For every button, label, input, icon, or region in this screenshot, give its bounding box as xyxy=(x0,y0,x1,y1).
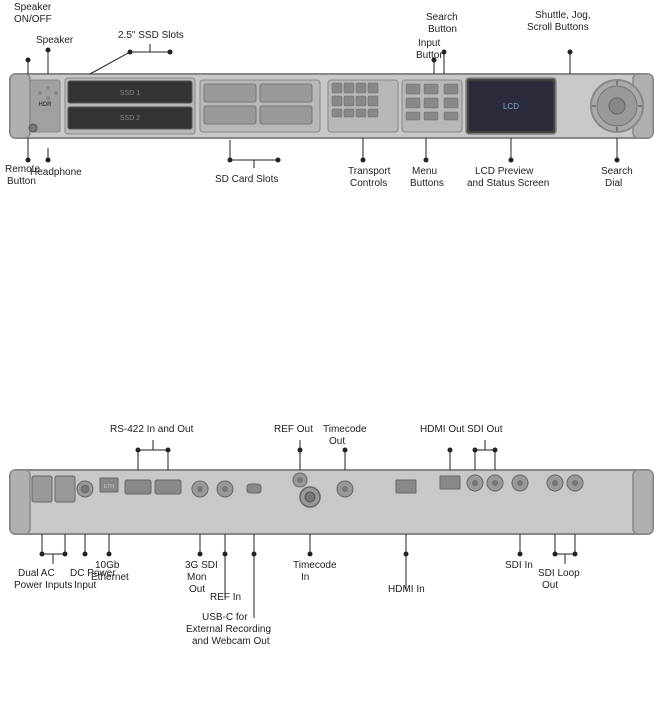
transport-controls-label: Transport xyxy=(348,166,391,177)
svg-text:Buttons: Buttons xyxy=(410,178,444,189)
svg-text:ETH: ETH xyxy=(104,484,114,490)
ssd-slots-label: 2.5" SSD Slots xyxy=(118,30,184,41)
hdmi-out-label: HDMI Out xyxy=(420,424,465,435)
sdi-out-label: SDI Out xyxy=(467,424,503,435)
svg-text:In: In xyxy=(301,572,309,583)
ref-out-label: REF Out xyxy=(274,424,313,435)
svg-text:Button: Button xyxy=(416,50,445,61)
svg-text:Out: Out xyxy=(189,584,205,595)
svg-text:LCD: LCD xyxy=(503,102,519,111)
svg-text:SSD 1: SSD 1 xyxy=(120,90,140,97)
search-button-label: Search xyxy=(426,12,458,23)
svg-text:Out: Out xyxy=(329,436,345,447)
ethernet-label: 10Gb xyxy=(95,560,120,571)
sdi-mon-out-label: 3G SDI xyxy=(185,560,218,571)
timecode-out-label: Timecode xyxy=(323,424,367,435)
headphone-label: Headphone xyxy=(30,167,82,178)
sdi-loop-out-label: SDI Loop xyxy=(538,568,580,579)
svg-text:Controls: Controls xyxy=(350,178,387,189)
svg-text:Scroll Buttons: Scroll Buttons xyxy=(527,22,589,33)
svg-text:Button: Button xyxy=(428,24,457,35)
svg-text:Mon: Mon xyxy=(187,572,206,583)
shuttle-jog-label: Shuttle, Jog, xyxy=(535,10,591,21)
svg-text:and Webcam Out: and Webcam Out xyxy=(192,636,270,647)
svg-text:Out: Out xyxy=(542,580,558,591)
lcd-preview-label: LCD Preview xyxy=(475,166,534,177)
sdi-in-label: SDI In xyxy=(505,560,533,571)
svg-text:Dial: Dial xyxy=(605,178,622,189)
speaker-onoff-label: Speaker xyxy=(14,2,52,13)
svg-text:HDR: HDR xyxy=(39,102,53,108)
svg-text:Power Inputs: Power Inputs xyxy=(14,580,72,591)
search-dial-label: Search xyxy=(601,166,633,177)
dual-ac-label: Dual AC xyxy=(18,568,55,579)
svg-text:and Status Screen: and Status Screen xyxy=(467,178,549,189)
input-button-label: Input xyxy=(418,38,440,49)
usb-c-label: USB-C for xyxy=(202,612,248,623)
svg-text:SSD 2: SSD 2 xyxy=(120,115,140,122)
svg-text:ON/OFF: ON/OFF xyxy=(14,14,52,25)
svg-text:External Recording: External Recording xyxy=(186,624,271,635)
speaker-label: Speaker xyxy=(36,35,74,46)
svg-text:Ethernet: Ethernet xyxy=(91,572,129,583)
ref-in-label: REF In xyxy=(210,592,241,603)
timecode-in-label: Timecode xyxy=(293,560,337,571)
menu-buttons-label: Menu xyxy=(412,166,437,177)
rs422-label: RS-422 In and Out xyxy=(110,424,194,435)
sd-card-slots-label: SD Card Slots xyxy=(215,174,278,185)
